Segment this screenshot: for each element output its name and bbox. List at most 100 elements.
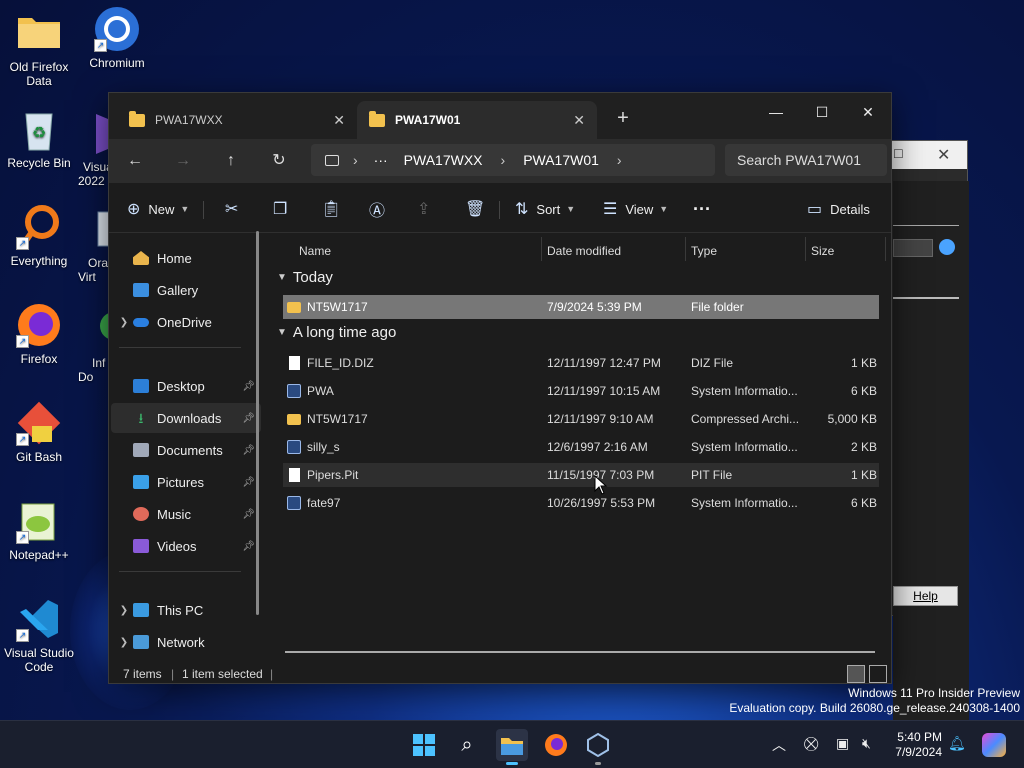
chevron-up-icon[interactable]: ︿	[772, 735, 786, 755]
sidebar-item-this-pc[interactable]: ❯ This PC	[111, 595, 261, 625]
search-input[interactable]: Search PWA17W01	[725, 144, 887, 176]
column-header-name[interactable]: Name	[299, 239, 331, 263]
sidebar-item-home[interactable]: Home	[111, 243, 261, 273]
desktop-icon-firefox[interactable]: ↗ Firefox	[0, 302, 78, 366]
delete-button[interactable]: 🗑︎	[465, 193, 493, 225]
notification-bell-icon[interactable]: 🔔︎	[948, 735, 966, 752]
desktop-icon-everything[interactable]: ↗ Everything	[0, 204, 78, 268]
maximize-button[interactable]: ☐	[799, 97, 845, 127]
column-header-size[interactable]: Size	[811, 239, 834, 263]
file-row[interactable]: NT5W1717 12/11/1997 9:10 AM Compressed A…	[283, 407, 879, 431]
clock[interactable]: 5:40 PM 7/9/2024	[895, 730, 942, 760]
details-button[interactable]: ▭ Details	[807, 193, 870, 225]
sidebar-item-videos[interactable]: Videos 📌︎	[111, 531, 261, 561]
share-button[interactable]: ⇪	[417, 193, 438, 225]
file-row[interactable]: FILE_ID.DIZ 12/11/1997 12:47 PM DIZ File…	[283, 351, 879, 375]
sidebar-item-documents[interactable]: Documents 📌︎	[111, 435, 261, 465]
pin-icon[interactable]: 📌︎	[242, 477, 255, 488]
search-button[interactable]: ⌕	[451, 729, 483, 761]
desktop-icon-inf[interactable]: Inf Do	[78, 306, 108, 384]
desktop-icon-notepad-plus-plus[interactable]: ↗ Notepad++	[0, 498, 78, 562]
refresh-button[interactable]: ↻	[263, 145, 295, 177]
pin-icon[interactable]: 📌︎	[242, 509, 255, 520]
start-button[interactable]	[408, 729, 440, 761]
cut-button[interactable]: ✂	[225, 193, 246, 225]
computer-icon	[133, 603, 149, 617]
up-button[interactable]: ↑	[215, 145, 247, 177]
desktop-icon-old-firefox-data[interactable]: Old Firefox Data	[0, 10, 78, 88]
network-disconnected-icon[interactable]: ⛒	[804, 735, 818, 752]
sidebar-item-downloads[interactable]: ⭳ Downloads 📌︎	[111, 403, 261, 433]
volume-mute-icon[interactable]: 🔇︎	[862, 735, 871, 752]
group-header-a-long-time-ago[interactable]: ▼ A long time ago	[277, 324, 396, 341]
close-tab-icon[interactable]: ✕	[333, 112, 345, 129]
sidebar-scrollbar[interactable]	[256, 231, 259, 615]
taskbar-file-explorer[interactable]	[496, 729, 528, 765]
breadcrumb-separator[interactable]: ›	[617, 152, 622, 168]
sidebar-item-network[interactable]: ❯ Network	[111, 627, 261, 657]
paste-button[interactable]: 📋︎	[321, 193, 349, 225]
horizontal-scrollbar[interactable]	[285, 651, 875, 653]
breadcrumb-overflow[interactable]: ···	[374, 152, 388, 168]
column-header-date-modified[interactable]: Date modified	[547, 239, 621, 263]
home-icon	[133, 251, 149, 265]
pictures-icon	[133, 475, 149, 489]
view-button[interactable]: ☰ View ▼	[603, 193, 668, 225]
file-row[interactable]: Pipers.Pit 11/15/1997 7:03 PM PIT File 1…	[283, 463, 879, 487]
new-tab-button[interactable]: +	[609, 105, 637, 133]
more-options-button[interactable]: ···	[693, 193, 711, 225]
breadcrumb-pwa17wxx[interactable]: PWA17WXX	[404, 152, 483, 168]
desktop-icon-chromium[interactable]: ↗ Chromium	[78, 6, 156, 70]
rename-button[interactable]: Ⓐ	[369, 193, 393, 225]
sidebar-item-onedrive[interactable]: ❯ OneDrive	[111, 307, 261, 337]
sidebar-item-desktop[interactable]: Desktop 📌︎	[111, 371, 261, 401]
desktop-icon-vscode[interactable]: ↗ Visual Studio Code	[0, 596, 78, 674]
sidebar-item-pictures[interactable]: Pictures 📌︎	[111, 467, 261, 497]
sidebar-item-gallery[interactable]: Gallery	[111, 275, 261, 305]
tab-pwa17w01[interactable]: PWA17W01 ✕	[357, 101, 597, 139]
address-bar[interactable]: › ··· PWA17WXX › PWA17W01 ›	[311, 144, 715, 176]
details-view-toggle[interactable]	[847, 665, 865, 683]
background-dialog-dropdown[interactable]	[893, 239, 933, 257]
taskbar-virtualbox[interactable]	[582, 729, 614, 765]
copilot-icon[interactable]	[982, 733, 1006, 757]
desktop-icon-oracle-virtualbox[interactable]: Ora Virt	[78, 206, 108, 284]
desktop-icon-git-bash[interactable]: ↗ Git Bash	[0, 400, 78, 464]
breadcrumb-pwa17w01[interactable]: PWA17W01	[523, 152, 599, 168]
refresh-icon[interactable]	[939, 239, 955, 255]
pin-icon[interactable]: 📌︎	[242, 413, 255, 424]
column-header-type[interactable]: Type	[691, 239, 717, 263]
chevron-right-icon[interactable]: ❯	[115, 605, 133, 616]
pin-icon[interactable]: 📌︎	[242, 445, 255, 456]
group-header-today[interactable]: ▼ Today	[277, 269, 333, 286]
new-button[interactable]: ⊕ New ▼	[127, 193, 189, 225]
taskbar-firefox[interactable]	[540, 729, 572, 761]
tab-pwa17wxx[interactable]: PWA17WXX ✕	[117, 101, 357, 139]
sort-button[interactable]: ⇅ Sort ▼	[515, 193, 575, 225]
file-row[interactable]: silly_s 12/6/1997 2:16 AM System Informa…	[283, 435, 879, 459]
maximize-icon[interactable]: ☐	[893, 147, 904, 161]
file-row[interactable]: PWA 12/11/1997 10:15 AM System Informati…	[283, 379, 879, 403]
file-row[interactable]: NT5W1717 7/9/2024 5:39 PM File folder	[283, 295, 879, 319]
close-tab-icon[interactable]: ✕	[573, 112, 585, 129]
sidebar-item-music[interactable]: Music 📌︎	[111, 499, 261, 529]
help-button[interactable]: Help	[893, 586, 958, 606]
back-button[interactable]: ←	[119, 145, 151, 177]
tiles-view-toggle[interactable]	[869, 665, 887, 683]
pin-icon[interactable]: 📌︎	[242, 381, 255, 392]
file-row[interactable]: fate97 10/26/1997 5:53 PM System Informa…	[283, 491, 879, 515]
pin-icon[interactable]: 📌︎	[242, 541, 255, 552]
close-button[interactable]: ✕	[845, 97, 891, 127]
desktop-icon-recycle-bin[interactable]: ♻ Recycle Bin	[0, 106, 78, 170]
desktop-icon-visual-studio[interactable]: Visua 2022	[78, 110, 108, 188]
chevron-right-icon[interactable]: ❯	[115, 317, 133, 328]
background-dialog: ☐ ✕	[880, 140, 969, 721]
forward-button[interactable]: →	[167, 145, 199, 177]
display-icon[interactable]: ▣	[836, 735, 849, 752]
chevron-right-icon[interactable]: ❯	[115, 637, 133, 648]
chevron-down-icon: ▼	[566, 204, 576, 214]
close-icon[interactable]: ✕	[937, 145, 950, 165]
minimize-button[interactable]: —	[753, 97, 799, 127]
copy-button[interactable]: ❐	[273, 193, 295, 225]
firefox-icon	[545, 734, 567, 756]
